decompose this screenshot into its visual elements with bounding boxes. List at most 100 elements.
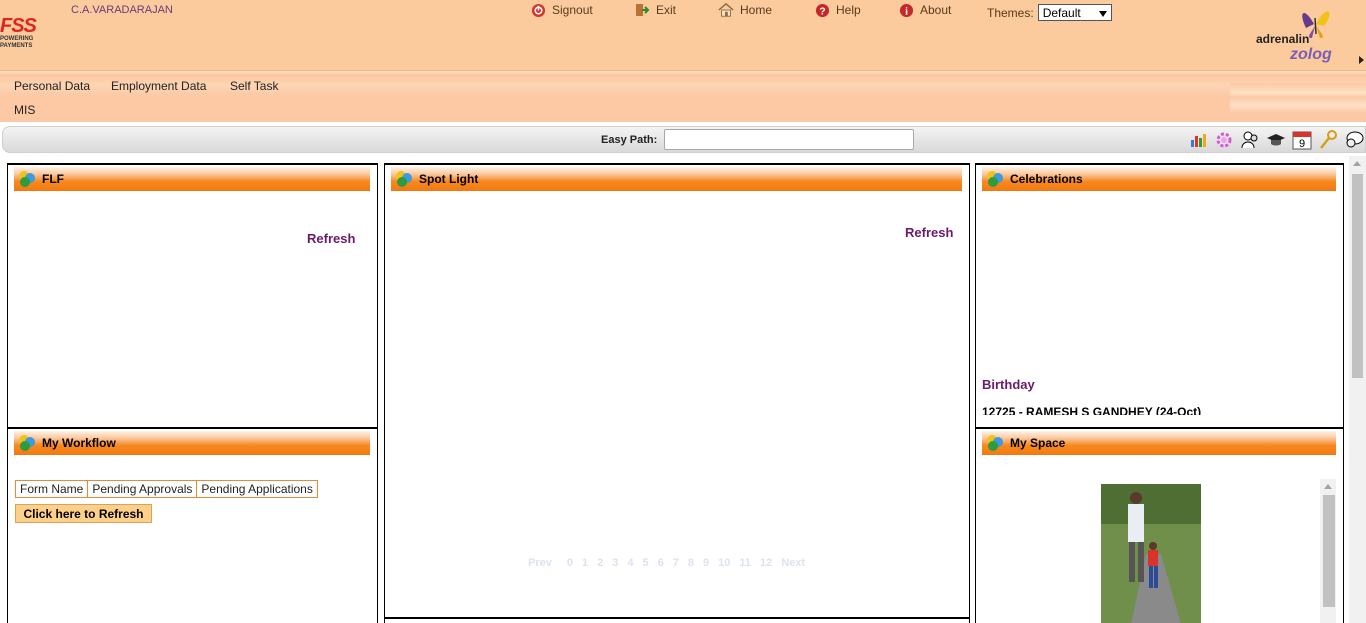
nav-mis[interactable]: MIS [14,103,35,117]
column-pending-approvals: Pending Approvals [88,481,198,497]
celebrations-panel: Celebrations Birthday 12725 - RAMESH S G… [975,163,1344,428]
pager-page[interactable]: 0 [567,557,573,569]
svg-text:?: ? [819,6,825,17]
scrollbar-thumb[interactable] [1352,174,1363,378]
zolog-text: zolog [1290,46,1332,63]
pager-page[interactable]: 5 [642,557,648,569]
widget-icon [16,168,38,190]
themes-control: Themes: Default [987,4,1112,21]
main-navigation: Personal Data Employment Data Self Task … [0,70,1366,122]
nav-decoration [1230,83,1366,113]
gear-icon[interactable] [1212,128,1235,151]
signout-link[interactable]: Signout [530,2,593,18]
logo-tagline-1: POWERING [0,36,34,42]
key-icon[interactable] [1316,128,1339,151]
flf-panel: FLF Refresh [7,163,378,428]
column-form-name: Form Name [16,481,89,497]
workflow-panel-title: My Workflow [42,436,116,450]
widget-icon [16,432,38,454]
username: C.A.VARADARAJAN [71,4,173,16]
spotlight-panel: Spot Light Refresh Prev 0 1 2 3 4 5 6 7 … [384,163,970,619]
power-icon [530,2,546,18]
flf-panel-header: FLF [14,167,370,191]
widget-icon [984,432,1006,454]
exit-link[interactable]: Exit [634,2,676,18]
next-panel-stub [384,617,970,623]
workflow-table-header: Form Name Pending Approvals Pending Appl… [15,480,318,498]
celebrations-panel-header: Celebrations [982,167,1336,191]
scroll-up-icon[interactable] [1324,484,1332,489]
about-label: About [920,3,952,17]
themes-select[interactable]: Default [1037,4,1112,21]
help-icon: ? [814,2,830,18]
pager-page[interactable]: 9 [703,557,709,569]
pager-page[interactable]: 2 [597,557,603,569]
people-icon[interactable] [1238,128,1261,151]
birthday-entry: 12725 - RAMESH S GANDHEY (24-Oct) [982,405,1202,415]
svg-text:9: 9 [1298,138,1304,150]
top-header: FSS POWERING PAYMENTS C.A.VARADARAJAN Si… [0,0,1366,70]
home-icon [718,2,734,18]
graduation-hat-icon[interactable] [1264,128,1287,151]
myspace-scrollbar[interactable] [1320,479,1336,623]
pager-page[interactable]: 3 [612,557,618,569]
nav-personal-data[interactable]: Personal Data [14,79,90,93]
birthday-heading: Birthday [982,377,1035,392]
chart-icon[interactable] [1186,128,1209,151]
exit-door-icon [634,2,650,18]
chat-icon[interactable] [1342,128,1365,151]
svg-text:i: i [905,6,908,17]
nav-self-task[interactable]: Self Task [230,79,278,93]
pager-page[interactable]: 6 [658,557,664,569]
pager-page[interactable]: 12 [760,557,772,569]
pager-page[interactable]: 7 [673,557,679,569]
celebrations-panel-title: Celebrations [1010,172,1083,186]
help-link[interactable]: ? Help [814,2,861,18]
expand-arrow-icon[interactable] [1359,56,1364,64]
help-label: Help [836,3,861,17]
adrenalin-text: adrenalin [1256,32,1310,46]
workflow-refresh-button[interactable]: Click here to Refresh [15,504,152,523]
spotlight-panel-header: Spot Light [391,167,962,191]
spotlight-panel-title: Spot Light [419,172,479,186]
home-link[interactable]: Home [718,2,772,18]
myspace-panel-header: My Space [982,431,1336,455]
spotlight-refresh-link[interactable]: Refresh [905,225,953,240]
scrollbar-thumb[interactable] [1323,495,1335,607]
nav-employment-data[interactable]: Employment Data [111,79,206,93]
product-logo: adrenalin zolog [1256,4,1348,66]
easy-path-bar: Easy Path: 9 [2,126,1366,153]
flf-refresh-link[interactable]: Refresh [307,231,355,246]
themes-label: Themes: [987,5,1034,20]
pager-page[interactable]: 8 [688,557,694,569]
themes-selected: Default [1042,5,1081,20]
pager-page[interactable]: 10 [718,557,730,569]
myspace-panel-title: My Space [1010,436,1066,450]
pager-page[interactable]: 1 [582,557,588,569]
pager-page[interactable]: 4 [627,557,633,569]
column-pending-applications: Pending Applications [201,482,313,496]
workflow-panel-header: My Workflow [14,431,370,455]
scroll-up-icon[interactable] [1353,161,1361,166]
fss-logo: FSS POWERING PAYMENTS [0,16,48,56]
logo-text: FSS [0,15,37,37]
pager-next[interactable]: Next [781,557,805,569]
pager-prev[interactable]: Prev [528,557,552,569]
home-label: Home [740,3,773,17]
easy-path-input[interactable] [664,129,914,150]
exit-label: Exit [656,3,677,17]
about-link[interactable]: i About [898,2,951,18]
myspace-panel: My Space [975,427,1344,623]
signout-label: Signout [552,3,593,17]
calendar-icon[interactable]: 9 [1290,128,1313,151]
widget-icon [393,168,415,190]
chevron-down-icon [1098,6,1107,20]
logo-tagline-2: PAYMENTS [0,43,33,49]
profile-photo [1101,484,1201,623]
page-scrollbar[interactable] [1349,156,1366,623]
flf-panel-title: FLF [42,172,64,186]
quick-tools: 9 [1186,128,1365,151]
widget-icon [984,168,1006,190]
pager-page[interactable]: 11 [739,557,751,569]
info-icon: i [898,2,914,18]
